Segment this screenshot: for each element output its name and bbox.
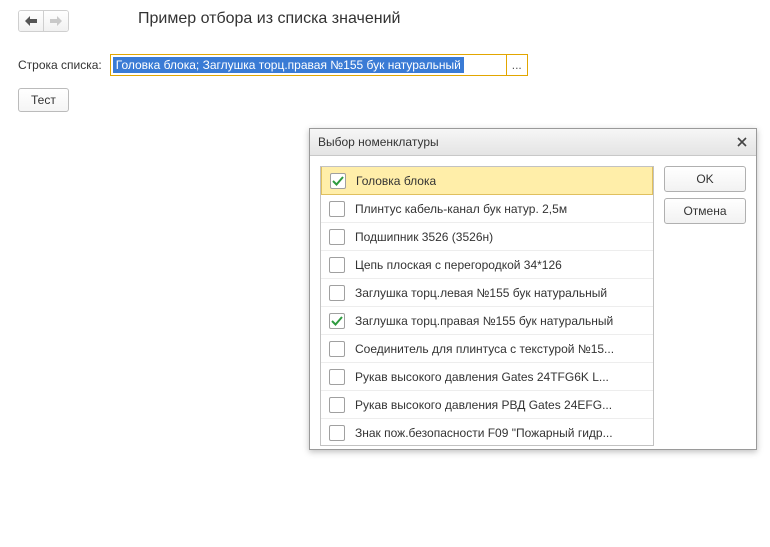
- dialog-title-text: Выбор номенклатуры: [318, 135, 439, 149]
- list-item-label: Подшипник 3526 (3526н): [355, 230, 493, 244]
- list-item[interactable]: Заглушка торц.правая №155 бук натуральны…: [321, 307, 653, 335]
- checkbox[interactable]: [329, 369, 345, 385]
- list-item-label: Заглушка торц.правая №155 бук натуральны…: [355, 314, 613, 328]
- string-list-value: Головка блока; Заглушка торц.правая №155…: [113, 57, 464, 73]
- string-list-label: Строка списка:: [18, 58, 102, 72]
- checkbox[interactable]: [329, 229, 345, 245]
- list-item-label: Рукав высокого давления РВД Gates 24EFG.…: [355, 398, 612, 412]
- open-select-button[interactable]: ...: [506, 55, 527, 75]
- ok-button[interactable]: OK: [664, 166, 746, 192]
- list-item-label: Плинтус кабель-канал бук натур. 2,5м: [355, 202, 567, 216]
- checkbox[interactable]: [330, 173, 346, 189]
- close-icon: [737, 137, 747, 147]
- list-item-label: Головка блока: [356, 174, 436, 188]
- list-item[interactable]: Цепь плоская с перегородкой 34*126: [321, 251, 653, 279]
- arrow-right-icon: [50, 16, 62, 26]
- items-list[interactable]: Головка блока Плинтус кабель-канал бук на…: [320, 166, 654, 446]
- list-item[interactable]: Подшипник 3526 (3526н): [321, 223, 653, 251]
- cancel-button[interactable]: Отмена: [664, 198, 746, 224]
- list-item-label: Заглушка торц.левая №155 бук натуральный: [355, 286, 607, 300]
- dialog-close-button[interactable]: [734, 134, 750, 150]
- forward-button[interactable]: [43, 11, 68, 31]
- back-button[interactable]: [19, 11, 43, 31]
- checkbox[interactable]: [329, 341, 345, 357]
- list-item[interactable]: Плинтус кабель-канал бук натур. 2,5м: [321, 195, 653, 223]
- checkbox[interactable]: [329, 201, 345, 217]
- list-item-label: Знак пож.безопасности F09 "Пожарный гидр…: [355, 426, 613, 440]
- list-item-label: Соединитель для плинтуса с текстурой №15…: [355, 342, 614, 356]
- page-title: Пример отбора из списка значений: [138, 10, 400, 28]
- list-item[interactable]: Головка блока: [321, 166, 653, 195]
- list-item[interactable]: Соединитель для плинтуса с текстурой №15…: [321, 335, 653, 363]
- test-button[interactable]: Тест: [18, 88, 69, 112]
- arrow-left-icon: [25, 16, 37, 26]
- string-list-field[interactable]: Головка блока; Заглушка торц.правая №155…: [110, 54, 528, 76]
- list-item-label: Цепь плоская с перегородкой 34*126: [355, 258, 562, 272]
- list-item[interactable]: Рукав высокого давления Gates 24TFG6K L.…: [321, 363, 653, 391]
- select-dialog: Выбор номенклатуры Головка блока Плинтус …: [309, 128, 757, 450]
- dialog-titlebar: Выбор номенклатуры: [310, 129, 756, 156]
- list-item-label: Рукав высокого давления Gates 24TFG6K L.…: [355, 370, 609, 384]
- checkbox[interactable]: [329, 257, 345, 273]
- checkbox[interactable]: [329, 285, 345, 301]
- list-item[interactable]: Рукав высокого давления РВД Gates 24EFG.…: [321, 391, 653, 419]
- checkbox[interactable]: [329, 397, 345, 413]
- checkbox[interactable]: [329, 425, 345, 441]
- list-item[interactable]: Заглушка торц.левая №155 бук натуральный: [321, 279, 653, 307]
- list-item[interactable]: Знак пож.безопасности F09 "Пожарный гидр…: [321, 419, 653, 446]
- checkbox[interactable]: [329, 313, 345, 329]
